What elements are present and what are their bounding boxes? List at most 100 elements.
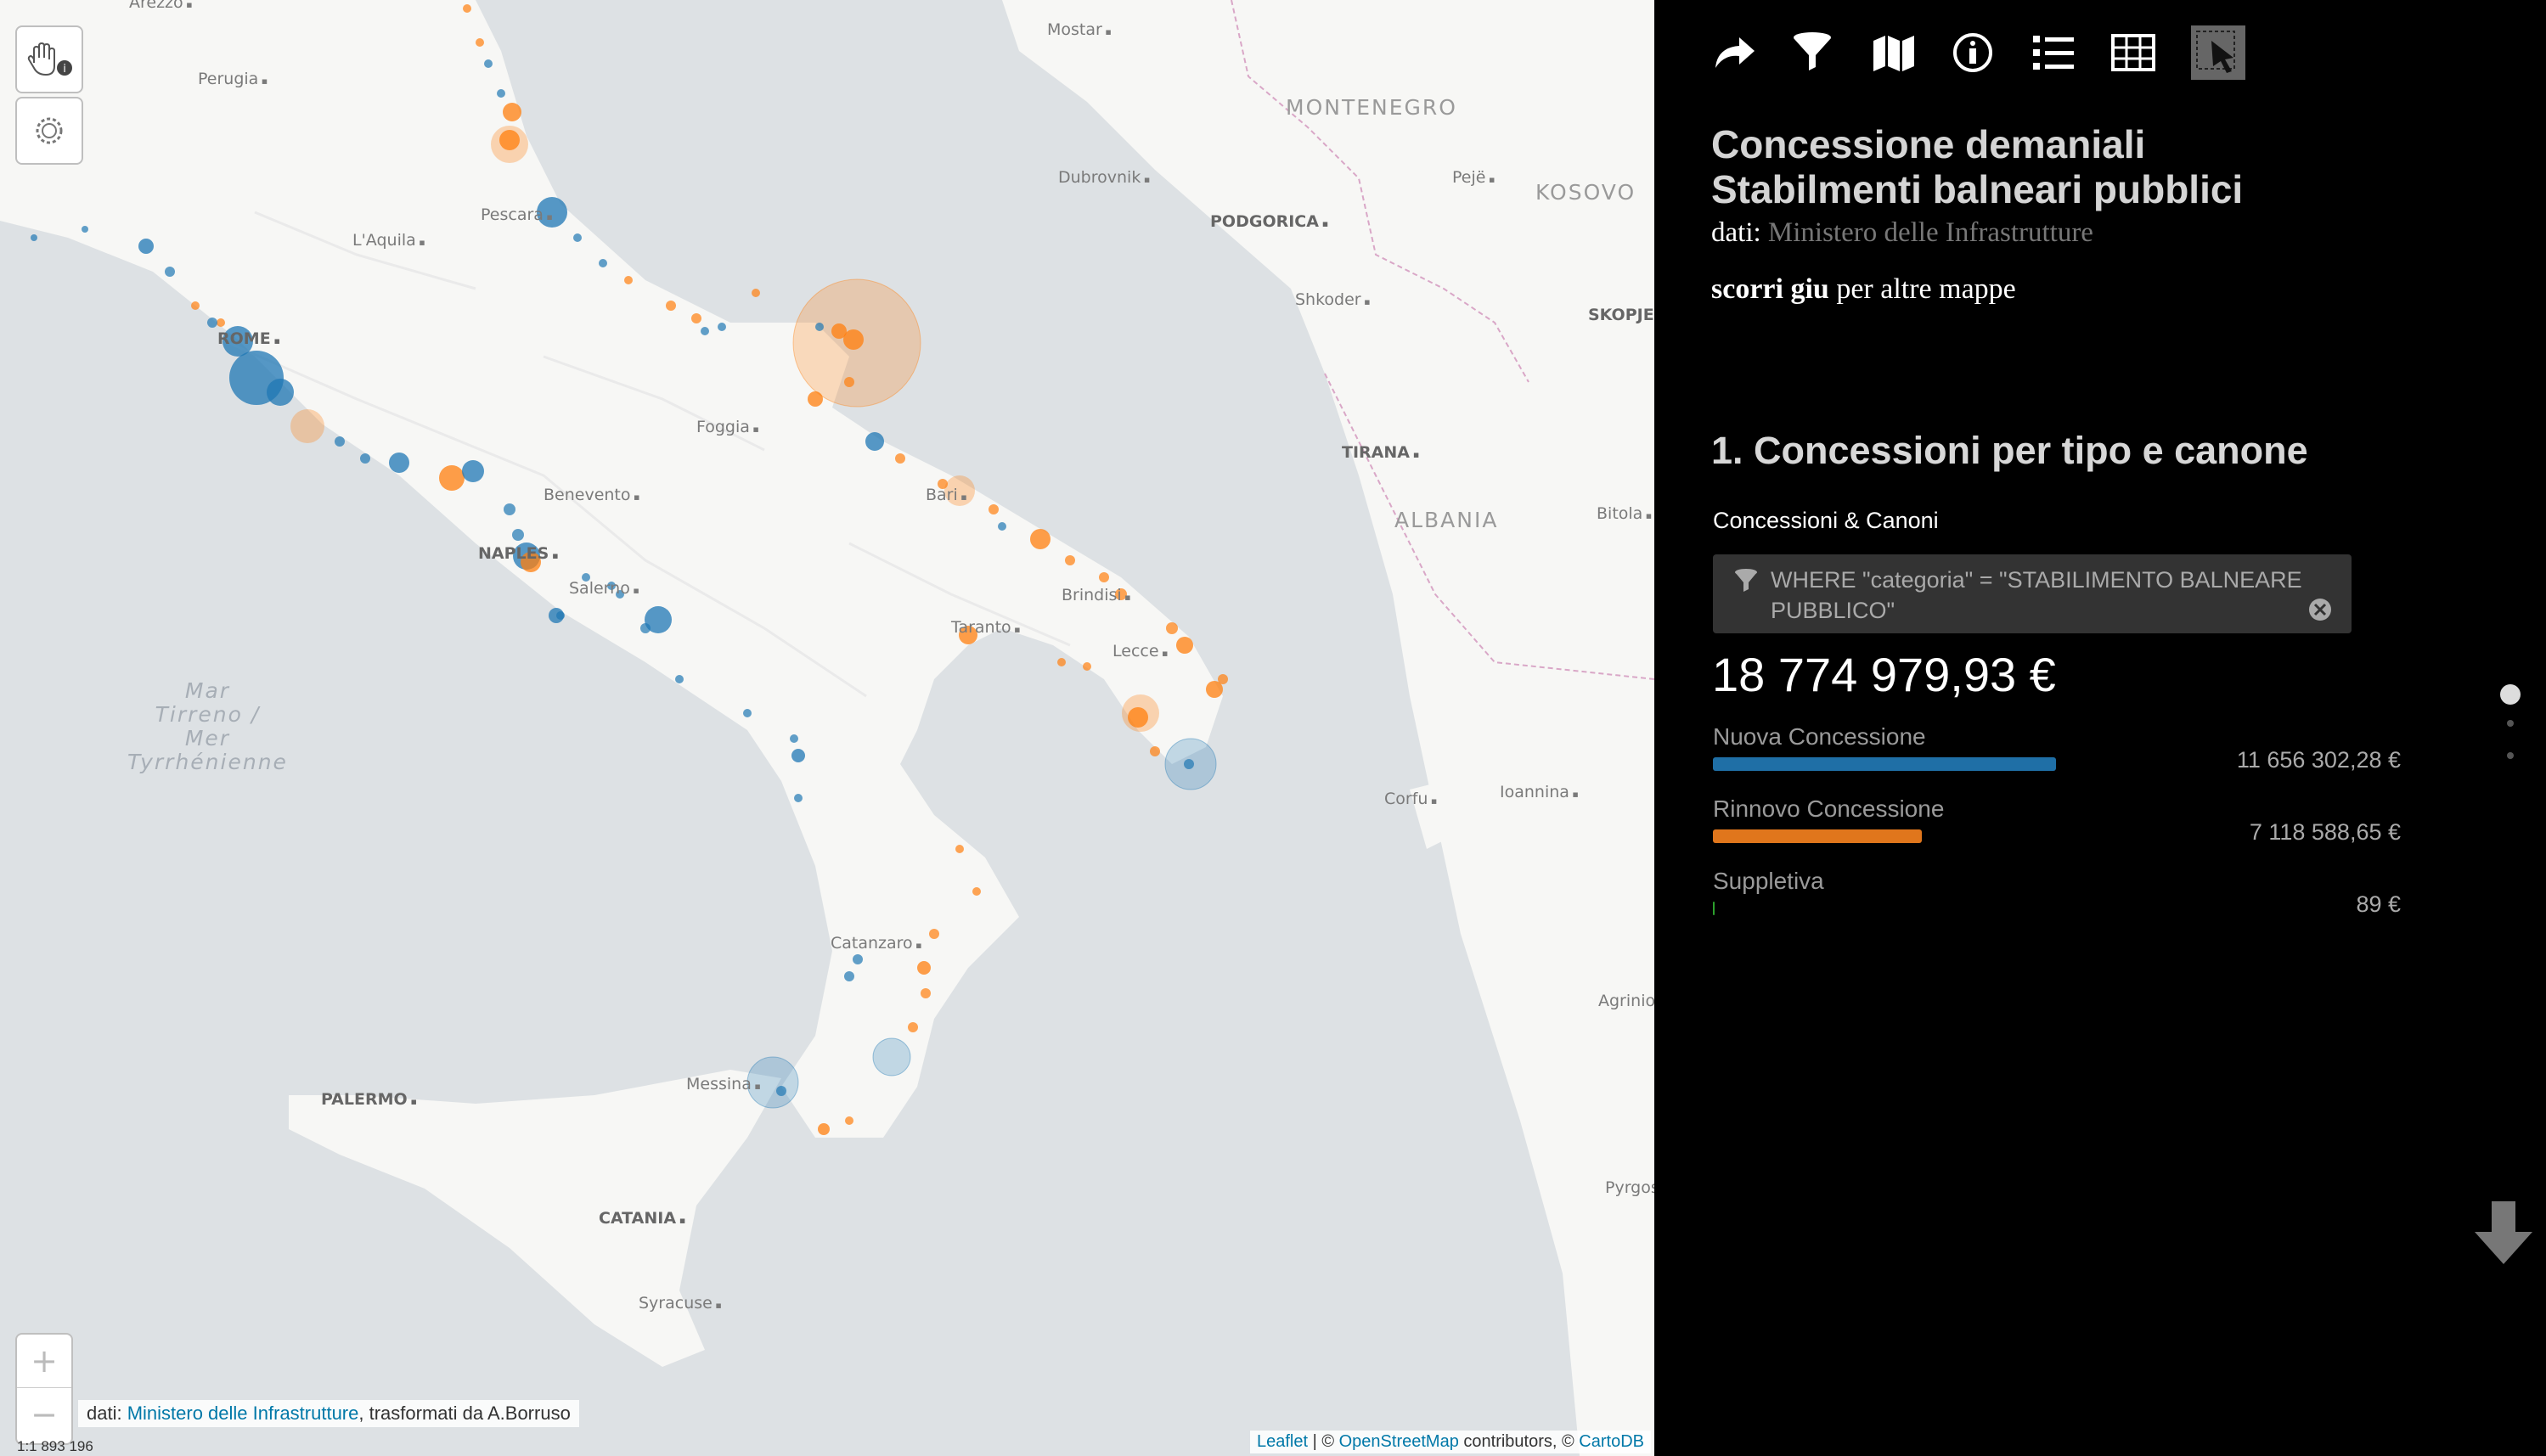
toolbar [1712,25,2245,80]
attribution-suffix: , trasformati da A.Borruso [358,1403,571,1424]
place-label: MONTENEGRO [1286,95,1457,120]
place-label: Lecce [1112,642,1168,661]
place-label: Taranto [951,618,1021,637]
place-label: Foggia [696,418,759,436]
share-button[interactable] [1712,25,1792,80]
category-value: 7 118 588,65 € [2249,819,2401,845]
scroll-rest: per altre mappe [1828,273,2016,305]
info-icon [1953,33,1992,72]
place-label: Shkoder [1295,290,1371,309]
info-button[interactable] [1952,25,2031,80]
page-dot-active[interactable] [2500,684,2521,705]
category-label: Suppletiva [1713,868,1824,894]
map-scale: 1:1 893 196 [17,1438,93,1454]
osm-prefix: | © [1308,1432,1339,1451]
zoom-out-button[interactable]: − [17,1388,71,1441]
place-label: SKOPJE [1588,306,1654,324]
source-line: dati: Ministero delle Infrastrutture [1711,217,2093,249]
place-label: TIRANA [1342,443,1419,462]
filter-text: WHERE "categoria" = "STABILIMENTO BALNEA… [1771,567,2302,623]
page-title: Concessione demaniali Stabilmenti balnea… [1711,122,2243,212]
select-icon [2196,31,2235,73]
section-title: 1. Concessioni per tipo e canone [1711,429,2308,472]
category-row[interactable]: Rinnovo Concessione 7 118 588,65 € [1713,795,2401,848]
widget-title: Concessioni & Canoni [1713,508,1939,533]
legend-button[interactable] [2031,25,2111,80]
table-button[interactable] [2111,25,2191,80]
place-label: Agrinio [1598,992,1654,1010]
select-button[interactable] [2191,25,2245,80]
pan-info-button[interactable]: i [15,25,83,93]
settings-button[interactable] [15,97,83,165]
active-filter: WHERE "categoria" = "STABILIMENTO BALNEA… [1713,554,2352,633]
leaflet-link[interactable]: Leaflet [1257,1432,1308,1451]
title-line-1: Concessione demaniali [1711,122,2146,166]
place-label: Bari [926,486,967,504]
place-label: Ioannina [1500,783,1579,801]
category-bar [1713,829,1922,843]
source-label: dati: [1711,217,1768,248]
place-label: Pyrgos [1605,1178,1654,1197]
place-label: Brindisi [1062,586,1131,604]
place-label: Messina [686,1075,761,1093]
place-label: Pejë [1452,168,1495,187]
map-button[interactable] [1872,25,1952,80]
place-label: PODGORICA [1210,212,1328,231]
place-label: Corfu [1384,790,1437,808]
gear-icon [36,117,63,144]
title-line-2: Stabilmenti balneari pubblici [1711,167,2244,211]
place-label: Arezzo [129,0,193,12]
place-label: Bitola [1597,504,1652,523]
list-icon [2033,36,2074,70]
category-bar [1713,757,2056,771]
table-icon [2111,34,2155,71]
map-icon [1873,36,1914,71]
place-label: Mostar [1047,20,1112,39]
filter-icon [1735,569,1757,592]
side-panel: Concessione demaniali Stabilmenti balnea… [1654,0,2546,1456]
svg-text:i: i [63,63,66,76]
place-label: Salerno [569,579,639,598]
place-label: NAPLES [478,544,559,563]
place-label: Benevento [544,486,639,504]
total-value: 18 774 979,93 € [1712,648,2056,701]
attribution-prefix: dati: [87,1403,127,1424]
zoom-control: + − [15,1333,73,1445]
sea-label: Mar Tirreno / Mer Tyrrhénienne [127,678,288,774]
place-label: CATANIA [599,1209,685,1228]
category-row[interactable]: Suppletiva 89 € [1713,868,2401,920]
place-label: Pescara [481,205,553,224]
filter-icon [1794,32,1831,70]
scroll-down-icon[interactable] [2473,1201,2534,1266]
filter-button[interactable] [1792,25,1872,80]
hand-info-icon: i [27,42,72,76]
remove-filter-icon[interactable] [2307,597,2333,622]
category-value: 89 € [2356,891,2401,917]
map-attribution: Leaflet | © OpenStreetMap contributors, … [1249,1431,1651,1453]
zoom-in-button[interactable]: + [17,1335,71,1388]
page-dot[interactable] [2507,752,2514,759]
place-label: PALERMO [321,1090,417,1109]
place-label: L'Aquila [352,231,425,250]
place-label: Dubrovnik [1058,168,1150,187]
page-dots [2500,684,2521,759]
place-label: ALBANIA [1394,508,1499,532]
place-label: Catanzaro [831,934,922,953]
data-attribution: dati: Ministero delle Infrastrutture, tr… [78,1400,579,1427]
place-label: KOSOVO [1535,180,1636,205]
ministry-link[interactable]: Ministero delle Infrastrutture [127,1403,359,1424]
source-value: Ministero delle Infrastrutture [1767,217,2093,248]
share-icon [1715,37,1755,68]
category-bar [1713,902,1715,915]
place-label: Perugia [198,70,268,88]
place-label: Syracuse [639,1294,722,1313]
scroll-hint: scorri giu per altre mappe [1711,273,2016,306]
category-value: 11 656 302,28 € [2236,747,2401,773]
scroll-bold: scorri giu [1711,273,1829,305]
map[interactable]: Arezzo Mostar Perugia MONTENEGRO Dubrovn… [0,0,1654,1456]
category-row[interactable]: Nuova Concessione 11 656 302,28 € [1713,723,2401,776]
cartodb-link[interactable]: CartoDB [1579,1432,1644,1451]
page-dot[interactable] [2507,720,2514,727]
osm-link[interactable]: OpenStreetMap [1339,1432,1459,1451]
place-label: ROME [217,329,280,348]
